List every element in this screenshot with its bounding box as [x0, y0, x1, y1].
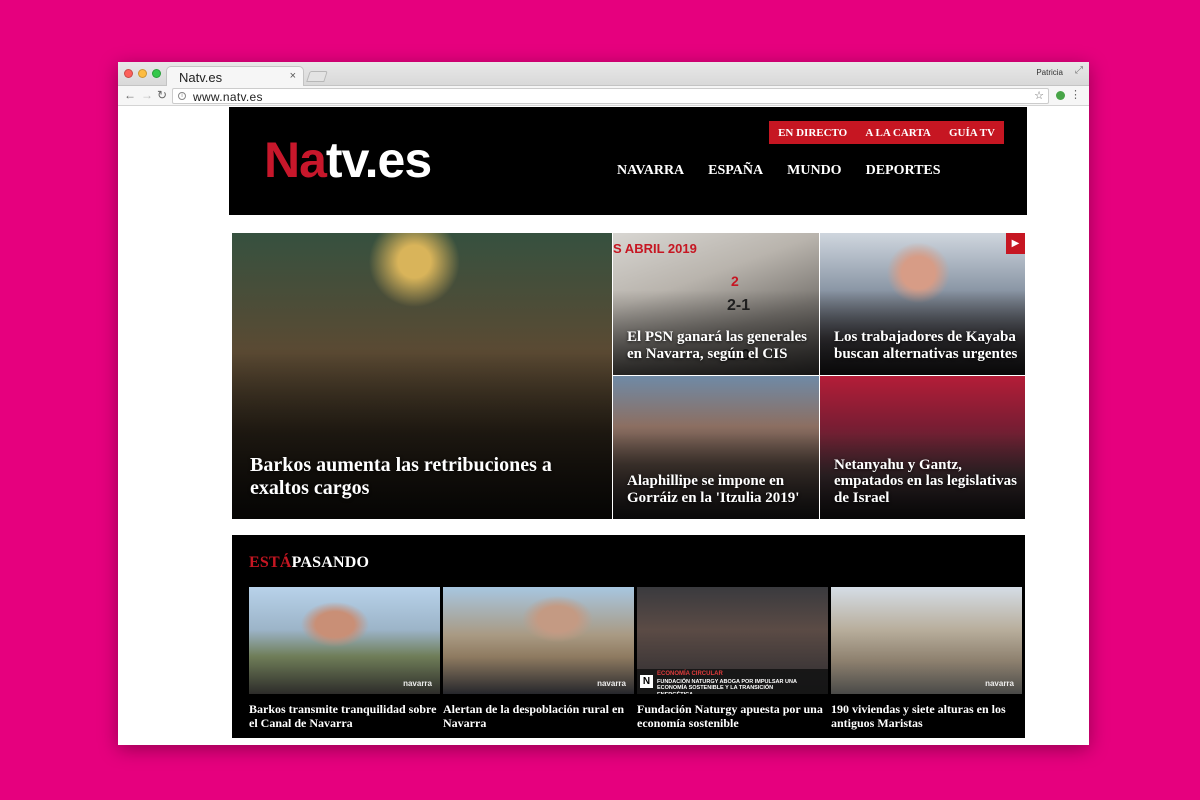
nav-mundo[interactable]: MUNDO — [787, 163, 841, 179]
story-card-title[interactable]: Fundación Naturgy apuesta por una econom… — [637, 702, 828, 731]
address-bar[interactable]: i www.natv.es ☆ — [172, 88, 1049, 104]
tab-bar: Natv.es × Patricia ⤢ — [118, 62, 1089, 87]
story-thumbnail[interactable]: navarra — [831, 587, 1022, 694]
reload-icon[interactable]: ↻ — [157, 88, 167, 102]
nav-deportes[interactable]: DEPORTES — [866, 163, 941, 179]
browser-toolbar: ← → ↻ i www.natv.es ☆ ⋮ — [118, 86, 1089, 106]
story-card[interactable]: navarra Alertan de la despoblación rural… — [443, 587, 634, 731]
logo-rest: tv.es — [325, 132, 432, 188]
play-video-icon[interactable]: ▶ — [1006, 233, 1025, 254]
esta-pasando-section: ESTÁPASANDO navarra Barkos transmite tra… — [232, 535, 1025, 738]
story-card[interactable]: navarra Barkos transmite tranquilidad so… — [249, 587, 440, 731]
tab-close-icon[interactable]: × — [290, 70, 296, 82]
story-card-title[interactable]: Alertan de la despoblación rural en Nava… — [443, 702, 634, 731]
back-icon[interactable]: ← — [124, 88, 136, 102]
nav-guia-tv[interactable]: GUÍA TV — [949, 127, 995, 139]
channel-watermark: navarra — [403, 679, 432, 688]
extension-icon[interactable] — [1056, 91, 1065, 100]
story-card[interactable]: navarra 190 viviendas y siete alturas en… — [831, 587, 1022, 731]
page-content: Natv.es EN DIRECTO A LA CARTA GUÍA TV NA… — [118, 107, 1089, 745]
url-text[interactable]: www.natv.es — [193, 90, 263, 104]
tab-title: Natv.es — [179, 70, 223, 85]
story-card-title[interactable]: 190 viviendas y siete alturas en los ant… — [831, 702, 1022, 731]
bookmark-star-icon[interactable]: ☆ — [1034, 89, 1044, 102]
hero-story-psn[interactable]: S ABRIL 2019 2 2-1 1-0 El PSN ganará las… — [613, 233, 819, 375]
section-title: ESTÁPASANDO — [249, 554, 369, 572]
hero-story-itzulia[interactable]: Alaphillipe se impone en Gorráiz en la '… — [613, 376, 819, 519]
nav-en-directo[interactable]: EN DIRECTO — [778, 127, 847, 139]
nav-espana[interactable]: ESPAÑA — [708, 163, 763, 179]
forward-icon[interactable]: → — [141, 88, 153, 102]
hero-main-headline[interactable]: Barkos aumenta las retribuciones a exalt… — [250, 454, 605, 499]
story-cards: navarra Barkos transmite tranquilidad so… — [249, 587, 1022, 731]
nav-a-la-carta[interactable]: A LA CARTA — [865, 127, 930, 139]
image-banner-text: S ABRIL 2019 — [613, 241, 697, 256]
window-controls — [124, 69, 161, 78]
story-thumbnail[interactable]: N ECONOMÍA CIRCULAR FUNDACIÓN NATURGY AB… — [637, 587, 828, 694]
maximize-window-button[interactable] — [152, 69, 161, 78]
channel-watermark: navarra — [597, 679, 626, 688]
hero-story-headline[interactable]: Alaphillipe se impone en Gorráiz en la '… — [627, 473, 813, 507]
section-title-white: PASANDO — [291, 554, 370, 571]
fullscreen-icon[interactable]: ⤢ — [1075, 65, 1083, 76]
hero-grid: Barkos aumenta las retribuciones a exalt… — [232, 233, 1025, 519]
browser-tab[interactable]: Natv.es × — [166, 66, 304, 87]
hero-main-story[interactable]: Barkos aumenta las retribuciones a exalt… — [232, 233, 612, 519]
hero-story-israel[interactable]: Netanyahu y Gantz, empatados en las legi… — [820, 376, 1025, 519]
story-thumbnail[interactable]: navarra — [443, 587, 634, 694]
hero-story-headline[interactable]: Los trabajadores de Kayaba buscan altern… — [834, 329, 1020, 363]
ticker-text: FUNDACIÓN NATURGY ABOGA POR IMPULSAR UNA… — [657, 679, 797, 694]
logo-na: Na — [264, 132, 327, 188]
hero-story-headline[interactable]: El PSN ganará las generales en Navarra, … — [627, 329, 813, 363]
story-card[interactable]: N ECONOMÍA CIRCULAR FUNDACIÓN NATURGY AB… — [637, 587, 828, 731]
profile-name[interactable]: Patricia — [1036, 68, 1063, 77]
hero-story-kayaba[interactable]: Los trabajadores de Kayaba buscan altern… — [820, 233, 1025, 375]
nav-navarra[interactable]: NAVARRA — [617, 163, 684, 179]
browser-window: Natv.es × Patricia ⤢ ← → ↻ i www.natv.es… — [118, 62, 1089, 745]
ticker-logo: N — [640, 675, 653, 688]
site-header: Natv.es EN DIRECTO A LA CARTA GUÍA TV NA… — [229, 107, 1027, 215]
site-logo[interactable]: Natv.es — [264, 132, 432, 188]
hero-story-headline[interactable]: Netanyahu y Gantz, empatados en las legi… — [834, 457, 1020, 507]
news-ticker: N ECONOMÍA CIRCULAR FUNDACIÓN NATURGY AB… — [637, 669, 828, 694]
story-card-title[interactable]: Barkos transmite tranquilidad sobre el C… — [249, 702, 440, 731]
new-tab-button[interactable] — [306, 71, 328, 82]
section-title-red: ESTÁ — [249, 554, 292, 571]
browser-menu-icon[interactable]: ⋮ — [1070, 88, 1081, 101]
channel-watermark: navarra — [985, 679, 1014, 688]
info-icon[interactable]: i — [178, 92, 186, 100]
story-thumbnail[interactable]: navarra — [249, 587, 440, 694]
minimize-window-button[interactable] — [138, 69, 147, 78]
ticker-label: ECONOMÍA CIRCULAR — [657, 671, 723, 677]
top-nav: EN DIRECTO A LA CARTA GUÍA TV — [769, 121, 1004, 144]
close-window-button[interactable] — [124, 69, 133, 78]
main-nav: NAVARRA ESPAÑA MUNDO DEPORTES — [617, 163, 941, 179]
image-score-text: 2 — [731, 273, 739, 289]
